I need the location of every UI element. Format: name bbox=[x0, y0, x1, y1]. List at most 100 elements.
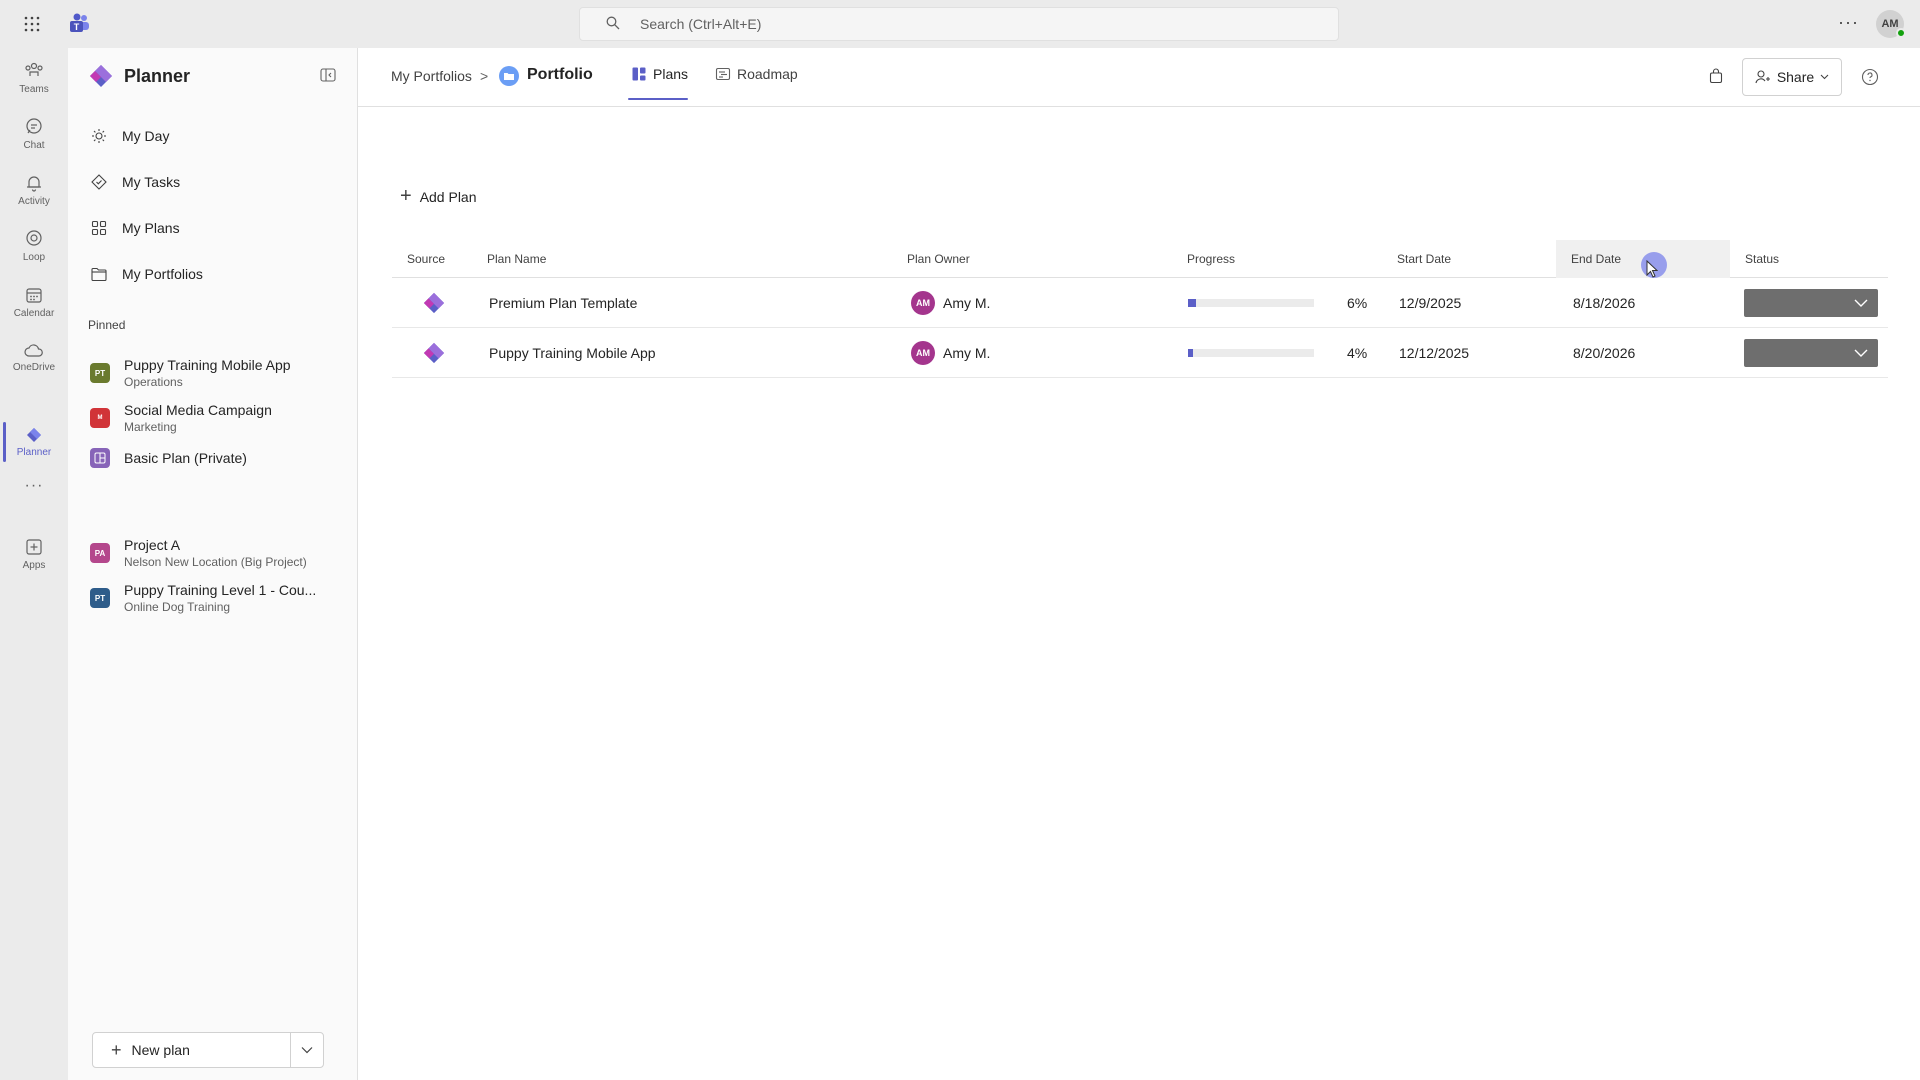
rail-item-onedrive[interactable]: OneDrive bbox=[0, 330, 68, 386]
more-options-icon[interactable]: ··· bbox=[1838, 12, 1859, 33]
rail-item-chat[interactable]: Chat bbox=[0, 106, 68, 162]
tab-label: Roadmap bbox=[737, 66, 798, 82]
add-plan-label: Add Plan bbox=[419, 188, 477, 205]
pinned-plan-project-a[interactable]: PA Project A Nelson New Location (Big Pr… bbox=[90, 531, 350, 575]
roadmap-tab-icon bbox=[715, 67, 731, 81]
column-header-status[interactable]: Status bbox=[1730, 240, 1888, 278]
tasks-icon bbox=[90, 173, 108, 191]
avatar: AM bbox=[911, 341, 935, 365]
rail-label: Calendar bbox=[13, 308, 55, 319]
column-header-plan-owner[interactable]: Plan Owner bbox=[892, 240, 1172, 278]
app-launcher-icon[interactable] bbox=[20, 12, 44, 36]
column-header-source[interactable]: Source bbox=[392, 240, 472, 278]
pinned-plan-name: Basic Plan (Private) bbox=[124, 450, 247, 466]
status-dropdown[interactable] bbox=[1744, 339, 1878, 367]
rail-label: Teams bbox=[19, 84, 49, 95]
pinned-plan-name: Social Media Campaign bbox=[124, 402, 272, 418]
nav-my-tasks[interactable]: My Tasks bbox=[90, 164, 180, 200]
column-header-start-date[interactable]: Start Date bbox=[1382, 240, 1556, 278]
pinned-plan-puppy-training-mobile-app[interactable]: PT Puppy Training Mobile App Operations bbox=[90, 351, 350, 395]
side-panel-title: Planner bbox=[124, 65, 191, 86]
search-icon bbox=[606, 16, 622, 32]
cloud-icon bbox=[24, 344, 43, 357]
rail-item-teams[interactable]: Teams bbox=[0, 50, 68, 106]
avatar: AM bbox=[911, 291, 935, 315]
progress-fill bbox=[1188, 299, 1196, 307]
progress-cell bbox=[1188, 328, 1314, 378]
column-header-progress[interactable]: Progress bbox=[1172, 240, 1382, 278]
pinned-plan-social-media-campaign[interactable]: M Social Media Campaign Marketing bbox=[90, 396, 350, 440]
chevron-down-icon bbox=[1854, 299, 1868, 307]
new-plan-button[interactable]: + New plan bbox=[93, 1033, 291, 1067]
rail-label: Apps bbox=[22, 560, 46, 571]
pinned-plan-name: Project A bbox=[124, 537, 181, 553]
progress-fill bbox=[1188, 349, 1194, 357]
rail-item-calendar[interactable]: Calendar bbox=[0, 274, 68, 330]
nav-my-plans[interactable]: My Plans bbox=[90, 210, 180, 246]
chat-icon bbox=[26, 118, 42, 134]
planner-source-icon bbox=[422, 278, 446, 328]
svg-text:T: T bbox=[74, 22, 80, 32]
add-plan-button[interactable]: + Add Plan bbox=[400, 185, 477, 208]
nav-my-portfolios[interactable]: My Portfolios bbox=[90, 256, 203, 292]
nav-label: My Plans bbox=[122, 220, 180, 236]
column-header-plan-name[interactable]: Plan Name bbox=[472, 240, 892, 278]
search-placeholder: Search (Ctrl+Alt+E) bbox=[640, 16, 762, 32]
status-cell bbox=[1744, 278, 1878, 328]
end-date-cell: 8/20/2026 bbox=[1573, 345, 1636, 361]
end-date-cell: 8/18/2026 bbox=[1573, 295, 1636, 311]
planner-logo-icon bbox=[90, 65, 112, 87]
plus-icon: + bbox=[400, 185, 412, 207]
table-row[interactable]: Premium Plan Template AM Amy M. 6% 12/9/… bbox=[392, 278, 1888, 328]
pinned-plan-basic-plan[interactable]: Basic Plan (Private) bbox=[90, 440, 350, 476]
plan-badge: PA bbox=[90, 543, 110, 563]
plan-name-cell[interactable]: Premium Plan Template bbox=[489, 278, 637, 328]
portfolio-header: My Portfolios > Portfolio Plans Roadmap … bbox=[358, 48, 1920, 107]
rail-more-icon[interactable]: ··· bbox=[0, 466, 68, 506]
start-date-cell: 12/9/2025 bbox=[1399, 295, 1462, 311]
owner-name: Amy M. bbox=[943, 295, 991, 311]
rail-item-activity[interactable]: Activity bbox=[0, 162, 68, 218]
new-plan-dropdown-button[interactable] bbox=[291, 1046, 323, 1054]
sun-icon bbox=[90, 127, 108, 145]
progress-bar bbox=[1188, 299, 1314, 307]
bag-icon[interactable] bbox=[1708, 68, 1724, 89]
search-box[interactable]: Search (Ctrl+Alt+E) bbox=[579, 7, 1339, 41]
status-cell bbox=[1744, 328, 1878, 378]
rail-label: OneDrive bbox=[12, 362, 56, 373]
progress-cell bbox=[1188, 278, 1314, 328]
rail-item-planner[interactable]: Planner bbox=[0, 414, 68, 470]
help-icon[interactable] bbox=[1861, 68, 1879, 91]
rail-label: Loop bbox=[22, 252, 46, 263]
rail-item-apps[interactable]: Apps bbox=[0, 526, 68, 582]
side-panel-header: Planner bbox=[88, 64, 190, 88]
pinned-plan-puppy-training-level-1[interactable]: PT Puppy Training Level 1 - Cou... Onlin… bbox=[90, 576, 350, 620]
new-plan-split-button: + New plan bbox=[92, 1032, 324, 1068]
plan-name-cell[interactable]: Puppy Training Mobile App bbox=[489, 328, 656, 378]
chevron-down-icon bbox=[1820, 74, 1829, 80]
breadcrumb-separator: > bbox=[480, 68, 489, 84]
rail-more-label: ··· bbox=[24, 477, 44, 494]
tab-plans[interactable]: Plans bbox=[631, 66, 688, 82]
rail-item-loop[interactable]: Loop bbox=[0, 218, 68, 274]
chevron-down-icon bbox=[1854, 349, 1868, 357]
basic-plan-icon bbox=[90, 448, 110, 468]
planner-side-panel: Planner My Day My Tasks My Plans My Port… bbox=[68, 48, 358, 1080]
tab-label: Plans bbox=[653, 66, 689, 82]
breadcrumb-my-portfolios[interactable]: My Portfolios bbox=[391, 68, 472, 84]
new-plan-label: New plan bbox=[131, 1042, 190, 1058]
tab-roadmap[interactable]: Roadmap bbox=[715, 66, 798, 82]
progress-percent: 4% bbox=[1347, 345, 1368, 361]
title-bar: T Search (Ctrl+Alt+E) ··· AM bbox=[0, 0, 1920, 48]
pinned-plan-name: Puppy Training Level 1 - Cou... bbox=[124, 582, 317, 598]
rail-label: Chat bbox=[23, 140, 45, 151]
share-button[interactable]: Share bbox=[1742, 58, 1842, 96]
collapse-panel-icon[interactable] bbox=[320, 68, 338, 86]
teams-logo-icon: T bbox=[68, 12, 92, 36]
pinned-plan-group: Operations bbox=[124, 375, 183, 389]
nav-my-day[interactable]: My Day bbox=[90, 118, 169, 154]
chevron-down-icon bbox=[301, 1047, 313, 1054]
status-dropdown[interactable] bbox=[1744, 289, 1878, 317]
table-row[interactable]: Puppy Training Mobile App AM Amy M. 4% 1… bbox=[392, 328, 1888, 378]
plans-tab-icon bbox=[632, 67, 646, 81]
